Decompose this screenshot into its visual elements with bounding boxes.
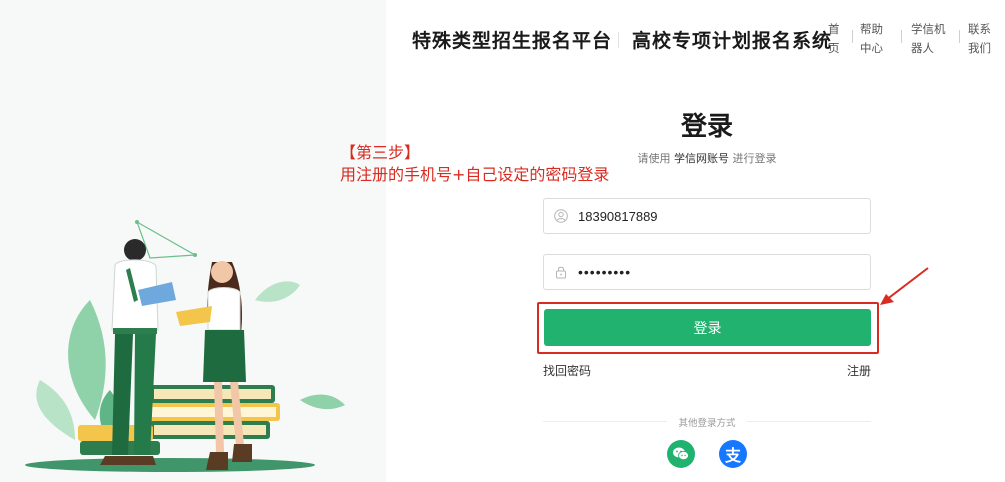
login-button[interactable]: 登录 (544, 309, 871, 346)
user-icon (544, 199, 578, 233)
students-illustration (25, 220, 345, 472)
brand-title-special-plan[interactable]: 高校专项计划报名系统 (632, 26, 832, 53)
other-methods-divider-left (543, 421, 667, 422)
nav-robot-link[interactable]: 学信机器人 (911, 20, 949, 58)
nav-separator (901, 30, 902, 43)
subtitle-suffix: 进行登录 (732, 152, 777, 165)
phone-field[interactable] (543, 198, 871, 234)
alipay-icon: 支 (724, 446, 741, 465)
step-annotation-text: 用注册的手机号+自己设定的密码登录 (340, 165, 610, 184)
brand-divider (618, 32, 619, 48)
illustration-panel (0, 0, 386, 482)
nav-contact-link[interactable]: 联系我们 (968, 20, 995, 58)
login-subtitle: 请使用 学信网账号 进行登录 (557, 150, 857, 166)
annotation-arrow-icon (880, 267, 929, 305)
nav-separator (852, 30, 853, 43)
nav-separator (959, 30, 960, 43)
register-link[interactable]: 注册 (847, 362, 871, 379)
lock-icon (544, 255, 578, 289)
subtitle-prefix: 请使用 (637, 152, 671, 165)
alipay-login-button[interactable]: 支 (719, 440, 747, 468)
login-title: 登录 (680, 112, 733, 142)
phone-input[interactable] (578, 201, 858, 231)
other-methods-divider-right (747, 421, 871, 422)
subtitle-account-link[interactable]: 学信网账号 (674, 152, 729, 165)
password-input[interactable] (578, 257, 858, 287)
nav-home-link[interactable]: 首页 (828, 20, 842, 58)
top-header: 特殊类型招生报名平台 高校专项计划报名系统 首页 帮助中心 学信机器人 联系我们 (386, 0, 1005, 80)
forgot-password-link[interactable]: 找回密码 (543, 362, 591, 379)
wechat-login-button[interactable] (667, 440, 695, 468)
nav-help-link[interactable]: 帮助中心 (860, 20, 887, 58)
brand-title-special-admission[interactable]: 特殊类型招生报名平台 (412, 26, 612, 53)
wechat-icon (673, 447, 689, 461)
password-field[interactable] (543, 254, 871, 290)
other-login-methods-label: 其他登录方式 (678, 418, 736, 429)
